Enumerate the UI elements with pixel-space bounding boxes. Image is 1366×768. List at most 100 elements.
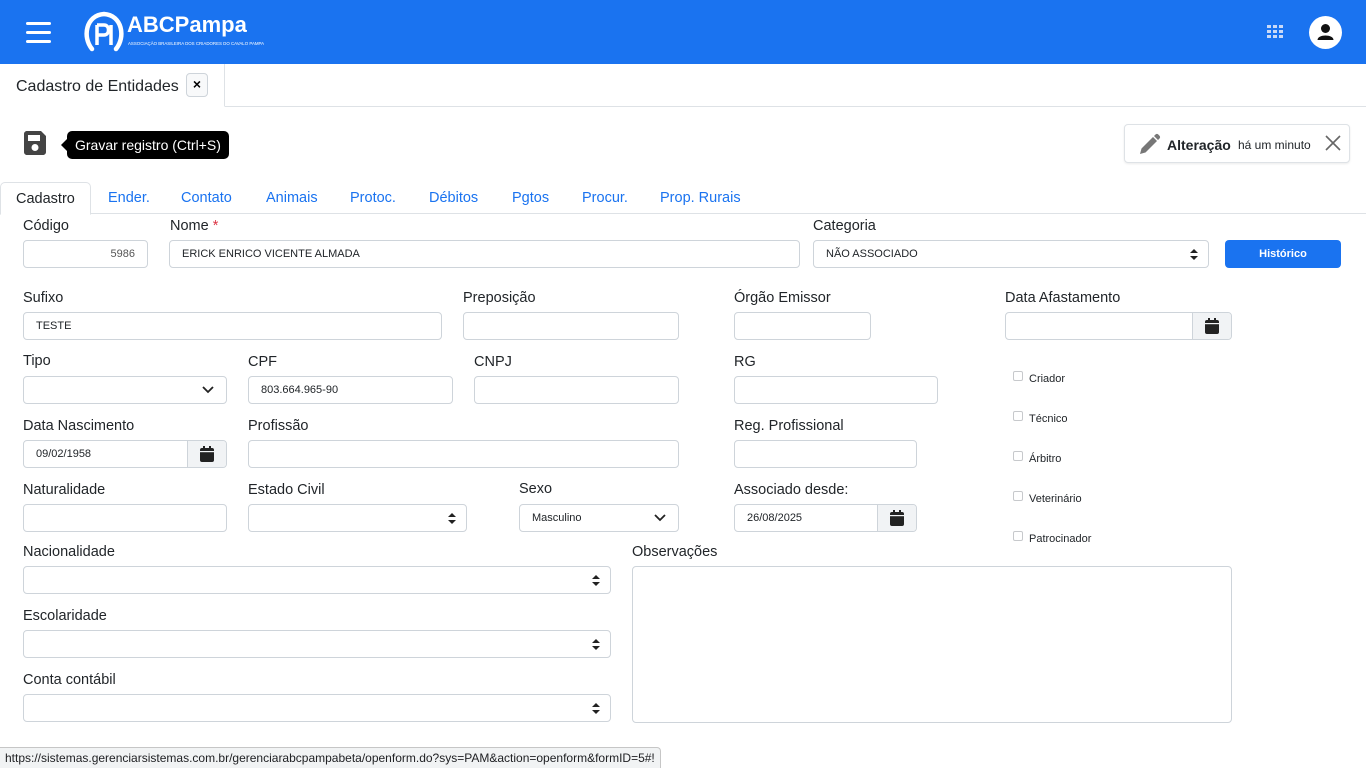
sexo-label: Sexo — [519, 481, 553, 497]
data-afastamento-field[interactable] — [1005, 312, 1232, 340]
tab-prop-rurais[interactable]: Prop. Rurais — [660, 182, 741, 214]
historico-button[interactable]: Histórico — [1225, 240, 1341, 268]
status-title: Alteração — [1167, 137, 1231, 153]
naturalidade-label: Naturalidade — [23, 482, 106, 498]
profissao-label: Profissão — [248, 418, 309, 434]
escolaridade-label: Escolaridade — [23, 608, 107, 624]
calendar-button[interactable] — [877, 505, 916, 531]
calendar-icon — [200, 446, 214, 462]
document-tab-bar: Cadastro de Entidades × — [0, 64, 1366, 107]
status-url: https://sistemas.gerenciarsistemas.com.b… — [0, 747, 661, 768]
brand-subtitle: ASSOCIAÇÃO BRASILEIRA DOS CRIADORES DO C… — [128, 41, 265, 46]
document-tab-label: Cadastro de Entidades — [16, 78, 179, 95]
user-avatar-icon[interactable] — [1309, 16, 1342, 49]
orgao-emissor-field[interactable] — [734, 312, 871, 340]
grid-icon[interactable] — [1267, 25, 1283, 39]
patrocinador-checkbox[interactable] — [1013, 531, 1023, 541]
calendar-button[interactable] — [1192, 313, 1231, 339]
calendar-icon — [1205, 318, 1219, 334]
escolaridade-select[interactable] — [23, 630, 611, 658]
tab-procur[interactable]: Procur. — [582, 182, 628, 214]
tab-pgtos[interactable]: Pgtos — [512, 182, 549, 214]
criador-label: Criador — [1029, 373, 1066, 385]
rg-label: RG — [734, 354, 756, 370]
nome-label-text: Nome — [170, 218, 209, 234]
patrocinador-label: Patrocinador — [1029, 533, 1092, 545]
tipo-label: Tipo — [23, 353, 51, 369]
sufixo-label: Sufixo — [23, 290, 64, 306]
close-tab-button[interactable]: × — [186, 73, 208, 97]
profissao-field[interactable] — [248, 440, 679, 468]
chevron-down-icon — [202, 386, 214, 394]
tab-animais[interactable]: Animais — [266, 182, 318, 214]
arbitro-checkbox[interactable] — [1013, 451, 1023, 461]
preposicao-field[interactable] — [463, 312, 679, 340]
tecnico-checkbox[interactable] — [1013, 411, 1023, 421]
veterinario-checkbox[interactable] — [1013, 491, 1023, 501]
chevron-down-icon — [654, 514, 666, 522]
categoria-label: Categoria — [813, 218, 876, 234]
data-afastamento-label: Data Afastamento — [1005, 290, 1121, 306]
cpf-field[interactable]: 803.664.965-90 — [248, 376, 453, 404]
tab-cadastro[interactable]: Cadastro — [0, 182, 91, 215]
select-caret-icon — [592, 703, 600, 714]
nome-field[interactable]: ERICK ENRICO VICENTE ALMADA — [169, 240, 800, 268]
logo[interactable]: ABCPampa ASSOCIAÇÃO BRASILEIRA DOS CRIAD… — [84, 10, 264, 54]
nome-label: Nome * — [170, 218, 218, 234]
nacionalidade-label: Nacionalidade — [23, 544, 115, 560]
reg-profissional-label: Reg. Profissional — [734, 418, 844, 434]
arbitro-label: Árbitro — [1029, 453, 1062, 465]
sexo-select[interactable]: Masculino — [519, 504, 679, 532]
brand-name: ABCPampa — [127, 12, 247, 37]
tab-ender[interactable]: Ender. — [108, 182, 150, 214]
associado-desde-field[interactable]: 26/08/2025 — [734, 504, 917, 532]
hamburger-icon[interactable] — [26, 22, 51, 44]
top-navbar: ABCPampa ASSOCIAÇÃO BRASILEIRA DOS CRIAD… — [0, 0, 1366, 64]
veterinario-label: Veterinário — [1029, 493, 1082, 505]
sexo-value: Masculino — [532, 512, 582, 524]
select-caret-icon — [592, 639, 600, 650]
status-time: há um minuto — [1238, 138, 1311, 152]
data-nascimento-label: Data Nascimento — [23, 418, 135, 434]
required-mark: * — [212, 218, 219, 234]
conta-contabil-label: Conta contábil — [23, 672, 116, 688]
rg-field[interactable] — [734, 376, 938, 404]
floppy-disk-icon[interactable] — [22, 130, 48, 156]
select-caret-icon — [448, 513, 456, 524]
codigo-label: Código — [23, 218, 69, 234]
nacionalidade-select[interactable] — [23, 566, 611, 594]
associado-desde-label: Associado desde: — [734, 482, 849, 498]
criador-checkbox[interactable] — [1013, 371, 1023, 381]
reg-profissional-field[interactable] — [734, 440, 917, 468]
naturalidade-field[interactable] — [23, 504, 227, 532]
select-caret-icon — [592, 575, 600, 586]
sufixo-field[interactable]: TESTE — [23, 312, 442, 340]
pencil-icon — [1140, 133, 1161, 154]
tab-contato[interactable]: Contato — [181, 182, 232, 214]
tab-protoc[interactable]: Protoc. — [350, 182, 396, 214]
cpf-label: CPF — [248, 354, 277, 370]
observacoes-label: Observações — [632, 544, 718, 560]
categoria-value: NÃO ASSOCIADO — [826, 248, 918, 260]
estado-civil-select[interactable] — [248, 504, 467, 532]
categoria-select[interactable]: NÃO ASSOCIADO — [813, 240, 1209, 268]
conta-contabil-select[interactable] — [23, 694, 611, 722]
cnpj-label: CNPJ — [474, 354, 512, 370]
document-tab[interactable]: Cadastro de Entidades × — [0, 64, 225, 107]
calendar-button[interactable] — [187, 441, 226, 467]
cnpj-field[interactable] — [474, 376, 679, 404]
section-tabs: Cadastro Ender. Contato Animais Protoc. … — [0, 182, 1366, 215]
codigo-field[interactable]: 5986 — [23, 240, 148, 268]
associado-desde-value: 26/08/2025 — [747, 512, 803, 524]
select-caret-icon — [1190, 249, 1198, 260]
save-tooltip: Gravar registro (Ctrl+S) — [61, 131, 229, 159]
calendar-icon — [890, 510, 904, 526]
close-icon[interactable] — [1325, 135, 1341, 151]
observacoes-textarea[interactable] — [632, 566, 1232, 723]
tipo-select[interactable] — [23, 376, 227, 404]
data-nascimento-field[interactable]: 09/02/1958 — [23, 440, 227, 468]
status-notice: Alteração há um minuto — [1124, 124, 1350, 163]
estado-civil-label: Estado Civil — [248, 482, 325, 498]
tab-debitos[interactable]: Débitos — [429, 182, 478, 214]
horseshoe-logo-icon — [84, 11, 124, 52]
